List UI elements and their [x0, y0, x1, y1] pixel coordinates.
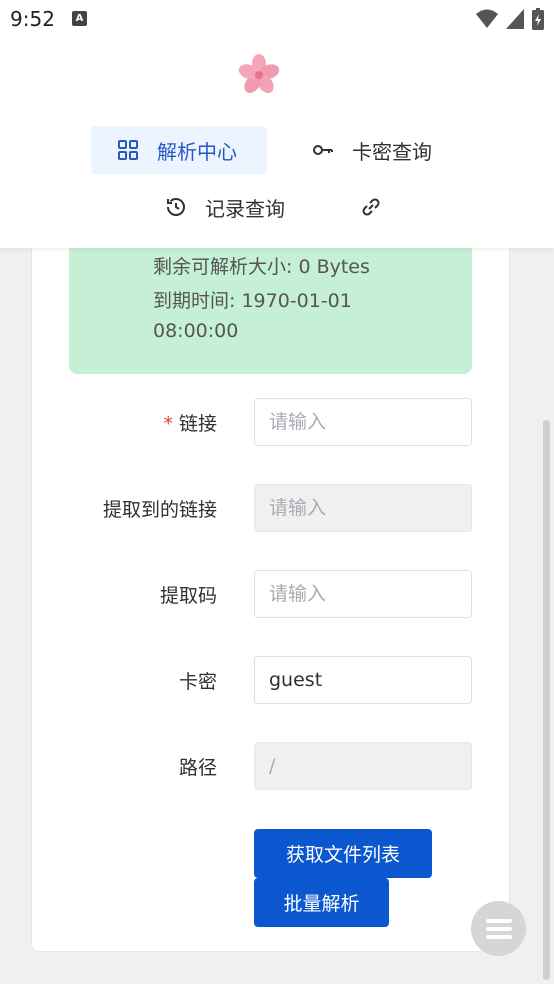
card-key-label: 卡密	[178, 671, 217, 693]
status-bar: 9:52 A	[0, 0, 554, 38]
path-input: /	[254, 742, 472, 790]
nav-link[interactable]	[360, 183, 400, 231]
get-file-list-button[interactable]: 获取文件列表	[254, 829, 432, 878]
expire-time-text-cont: 08:00:00	[153, 320, 239, 342]
batch-parse-button[interactable]: 批量解析	[254, 878, 389, 927]
extract-code-label: 提取码	[159, 585, 217, 607]
grid-icon	[117, 139, 139, 161]
card-key-input[interactable]: guest	[254, 656, 472, 704]
expire-time-text: 到期时间: 1970-01-01	[153, 290, 352, 312]
required-mark: *	[163, 413, 173, 435]
nav-parse-center[interactable]: 解析中心	[91, 126, 267, 174]
wifi-icon	[476, 9, 498, 28]
extracted-link-input: 请输入	[254, 484, 472, 532]
extract-code-input[interactable]: 请输入	[254, 570, 472, 618]
status-time: 9:52	[10, 7, 55, 31]
sakura-logo-icon	[238, 54, 280, 93]
nav-record-query[interactable]: 记录查询	[165, 183, 285, 231]
path-label: 路径	[178, 757, 217, 779]
nav-record-query-label: 记录查询	[205, 196, 285, 221]
nav-parse-center-label: 解析中心	[157, 139, 237, 164]
link-input[interactable]: 请输入	[254, 398, 472, 446]
key-icon	[312, 139, 334, 161]
scrollbar[interactable]	[543, 420, 550, 980]
signal-icon	[506, 9, 524, 29]
notification-icon: A	[72, 11, 87, 26]
link-label: * 链接	[163, 413, 217, 435]
nav-card-query-label: 卡密查询	[352, 139, 432, 164]
nav-card-query[interactable]: 卡密查询	[312, 126, 432, 174]
extracted-link-label: 提取到的链接	[102, 499, 217, 521]
battery-icon	[532, 8, 544, 30]
status-icons	[476, 8, 544, 30]
link-icon	[360, 196, 382, 218]
menu-icon	[485, 918, 512, 939]
floating-menu-button[interactable]	[471, 901, 526, 956]
remaining-size-text: 剩余可解析大小: 0 Bytes	[153, 256, 370, 278]
history-icon	[165, 196, 187, 218]
